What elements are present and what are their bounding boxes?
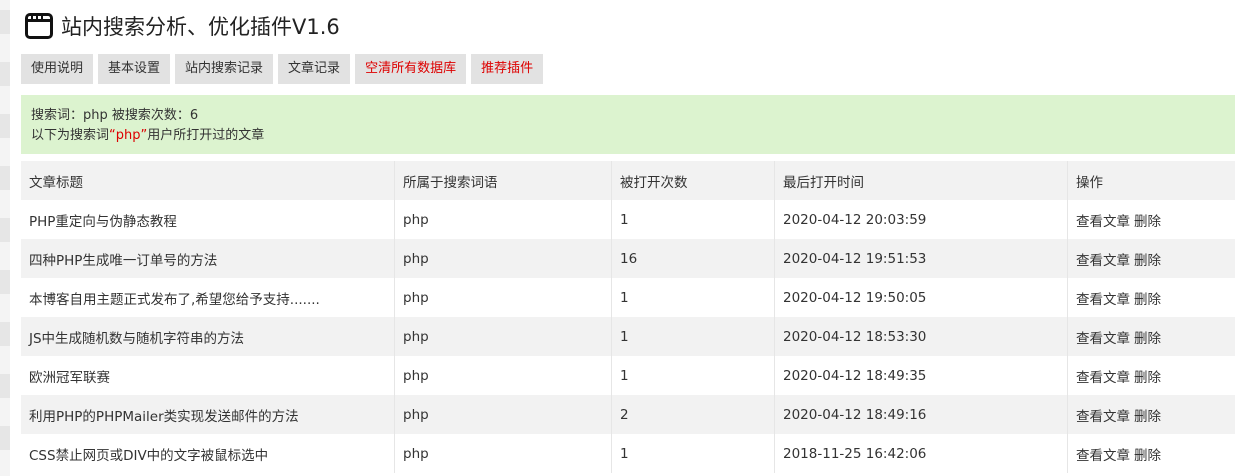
table-row: 本博客自用主题正式发布了,希望您给予支持....... php 1 2020-0… — [21, 278, 1235, 317]
open-count: 1 — [611, 356, 775, 395]
search-term: php — [394, 395, 612, 434]
sidebar-edge-item — [0, 10, 10, 34]
open-count: 16 — [611, 239, 775, 278]
table-row: 利用PHP的PHPMailer类实现发送邮件的方法 php 2 2020-04-… — [21, 395, 1235, 434]
search-summary: 搜索词：php 被搜索次数：6 — [31, 108, 199, 123]
last-opened-time: 2020-04-12 19:50:05 — [774, 278, 1068, 317]
tab-article-records[interactable]: 文章记录 — [278, 54, 351, 84]
search-info-notice: 搜索词：php 被搜索次数：6 以下为搜索词“php”用户所打开过的文章 — [21, 95, 1235, 154]
open-count: 1 — [611, 200, 775, 239]
article-title: CSS禁止网页或DIV中的文字被鼠标选中 — [21, 434, 395, 473]
row-actions: 查看文章 删除 — [1068, 356, 1235, 395]
view-article-link[interactable]: 查看文章 — [1076, 409, 1130, 425]
column-header-keyword: 所属于搜索词语 — [394, 161, 612, 200]
view-article-link[interactable]: 查看文章 — [1076, 292, 1130, 308]
table-row: 四种PHP生成唯一订单号的方法 php 16 2020-04-12 19:51:… — [21, 239, 1235, 278]
sidebar-edge-item — [0, 322, 10, 346]
article-title: 四种PHP生成唯一订单号的方法 — [21, 239, 395, 278]
delete-link[interactable]: 删除 — [1134, 214, 1161, 230]
tab-bar: 使用说明 基本设置 站内搜索记录 文章记录 空清所有数据库 推荐插件 — [21, 54, 548, 84]
sidebar-edge-item — [0, 374, 10, 398]
row-actions: 查看文章 删除 — [1068, 239, 1235, 278]
tab-usage-guide[interactable]: 使用说明 — [21, 54, 94, 84]
article-title: 欧洲冠军联赛 — [21, 356, 395, 395]
row-actions: 查看文章 删除 — [1068, 317, 1235, 356]
view-article-link[interactable]: 查看文章 — [1076, 331, 1130, 347]
search-term: php — [394, 200, 612, 239]
delete-link[interactable]: 删除 — [1134, 331, 1161, 347]
column-header-last-opened: 最后打开时间 — [774, 161, 1068, 200]
page-title: 站内搜索分析、优化插件V1.6 — [61, 15, 340, 39]
tab-clear-database[interactable]: 空清所有数据库 — [355, 54, 467, 84]
open-count: 1 — [611, 434, 775, 473]
sidebar-edge-item — [0, 114, 10, 138]
row-actions: 查看文章 删除 — [1068, 395, 1235, 434]
sidebar-edge-item — [0, 62, 10, 86]
search-term: php — [394, 317, 612, 356]
row-actions: 查看文章 删除 — [1068, 434, 1235, 473]
sidebar-edge-item — [0, 218, 10, 242]
article-title: 利用PHP的PHPMailer类实现发送邮件的方法 — [21, 395, 395, 434]
notice-suffix: 用户所打开过的文章 — [147, 128, 265, 143]
last-opened-time: 2018-11-25 16:42:06 — [774, 434, 1068, 473]
tab-recommended-plugins[interactable]: 推荐插件 — [471, 54, 544, 84]
search-term: php — [394, 434, 612, 473]
delete-link[interactable]: 删除 — [1134, 253, 1161, 269]
open-count: 2 — [611, 395, 775, 434]
notice-description: 以下为搜索词“php”用户所打开过的文章 — [31, 126, 1225, 146]
table-header-row: 文章标题 所属于搜索词语 被打开次数 最后打开时间 操作 — [21, 161, 1235, 200]
article-table: 文章标题 所属于搜索词语 被打开次数 最后打开时间 操作 PHP重定向与伪静态教… — [21, 161, 1235, 473]
sidebar-edge-item — [0, 166, 10, 190]
row-actions: 查看文章 删除 — [1068, 200, 1235, 239]
view-article-link[interactable]: 查看文章 — [1076, 370, 1130, 386]
table-row: JS中生成随机数与随机字符串的方法 php 1 2020-04-12 18:53… — [21, 317, 1235, 356]
admin-sidebar-edge — [0, 0, 10, 476]
last-opened-time: 2020-04-12 18:49:16 — [774, 395, 1068, 434]
row-actions: 查看文章 删除 — [1068, 278, 1235, 317]
search-term: php — [394, 356, 612, 395]
last-opened-time: 2020-04-12 18:49:35 — [774, 356, 1068, 395]
last-opened-time: 2020-04-12 18:53:30 — [774, 317, 1068, 356]
delete-link[interactable]: 删除 — [1134, 292, 1161, 308]
article-title: 本博客自用主题正式发布了,希望您给予支持....... — [21, 278, 395, 317]
page-header: 站内搜索分析、优化插件V1.6 — [25, 11, 340, 41]
view-article-link[interactable]: 查看文章 — [1076, 214, 1130, 230]
search-term: php — [394, 278, 612, 317]
open-count: 1 — [611, 278, 775, 317]
sidebar-edge-item — [0, 426, 10, 450]
column-header-title: 文章标题 — [21, 161, 395, 200]
search-term: php — [394, 239, 612, 278]
tab-search-records[interactable]: 站内搜索记录 — [175, 54, 274, 84]
column-header-open-count: 被打开次数 — [611, 161, 775, 200]
delete-link[interactable]: 删除 — [1134, 448, 1161, 464]
tab-basic-settings[interactable]: 基本设置 — [98, 54, 171, 84]
column-header-actions: 操作 — [1076, 174, 1103, 191]
view-article-link[interactable]: 查看文章 — [1076, 448, 1130, 464]
window-icon — [25, 13, 53, 39]
article-title: JS中生成随机数与随机字符串的方法 — [21, 317, 395, 356]
table-row: CSS禁止网页或DIV中的文字被鼠标选中 php 1 2018-11-25 16… — [21, 434, 1235, 473]
last-opened-time: 2020-04-12 20:03:59 — [774, 200, 1068, 239]
delete-link[interactable]: 删除 — [1134, 409, 1161, 425]
view-article-link[interactable]: 查看文章 — [1076, 253, 1130, 269]
search-keyword: “php” — [109, 128, 148, 143]
table-row: PHP重定向与伪静态教程 php 1 2020-04-12 20:03:59 查… — [21, 200, 1235, 239]
table-row: 欧洲冠军联赛 php 1 2020-04-12 18:49:35 查看文章 删除 — [21, 356, 1235, 395]
notice-prefix: 以下为搜索词 — [31, 128, 110, 143]
article-title: PHP重定向与伪静态教程 — [21, 200, 395, 239]
open-count: 1 — [611, 317, 775, 356]
last-opened-time: 2020-04-12 19:51:53 — [774, 239, 1068, 278]
sidebar-edge-item — [0, 270, 10, 294]
delete-link[interactable]: 删除 — [1134, 370, 1161, 386]
